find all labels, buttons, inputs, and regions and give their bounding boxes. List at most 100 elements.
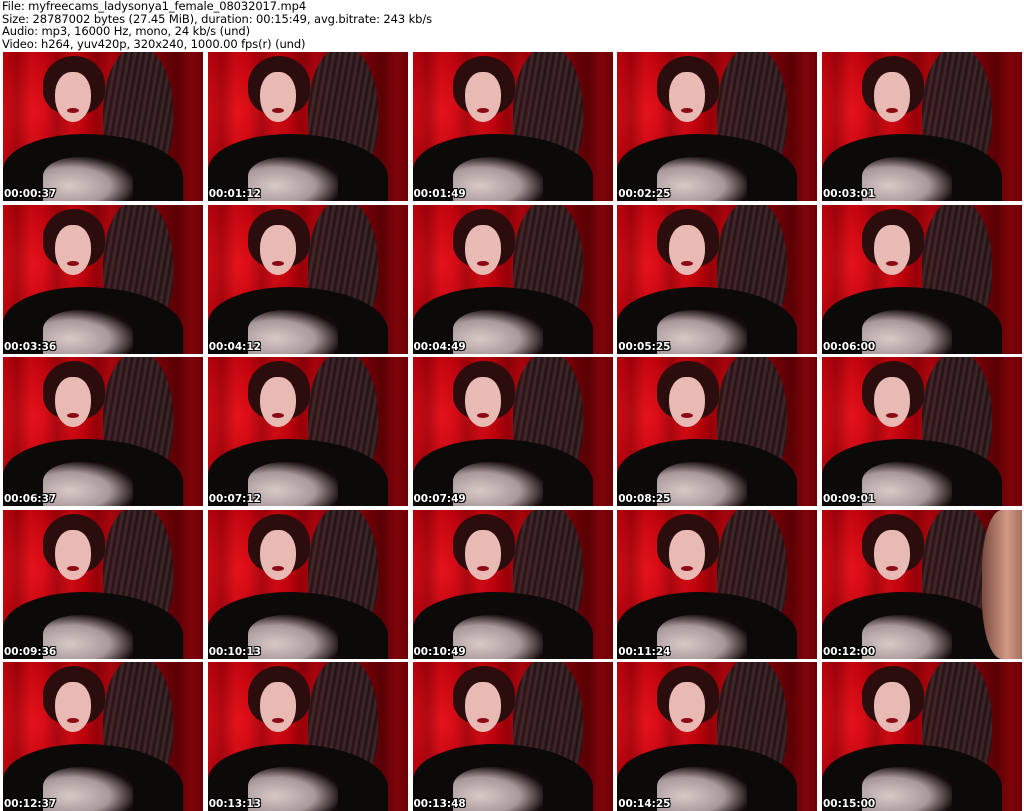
thumbnail-timestamp: 00:15:00 [823,798,876,810]
video-thumbnail: 00:08:25 [617,357,818,506]
thumbnail-lace-shape [43,614,133,659]
thumbnail-timestamp: 00:04:49 [413,340,466,353]
thumbnail-timestamp: 00:09:36 [4,645,57,658]
thumbnail-timestamp: 00:14:25 [618,798,671,810]
thumbnail-timestamp: 00:01:12 [208,188,261,200]
thumbnail-lace-shape [247,309,338,354]
thumbnail-lace-shape [657,157,748,201]
thumbnail-timestamp: 00:13:48 [413,798,466,810]
video-thumbnail: 00:15:00 [822,662,1022,811]
thumbnail-lace-shape [247,157,338,201]
thumbnail-timestamp: 00:08:25 [618,493,671,505]
audio-line: Audio: mp3, 16000 Hz, mono, 24 kb/s (und… [2,24,250,39]
thumbnail-lips-shape [67,260,79,266]
thumbnail-timestamp: 00:04:12 [208,340,261,353]
thumbnail-face-shape [874,529,910,580]
thumbnail-timestamp: 00:07:12 [208,493,261,505]
video-thumbnail: 00:07:12 [207,357,408,506]
thumbnail-timestamp: 00:12:00 [823,645,876,658]
video-thumbnail: 00:09:36 [3,509,203,659]
video-thumbnail: 00:12:37 [3,662,203,811]
video-thumbnail: 00:06:37 [3,357,203,506]
thumbnail-lips-shape [886,718,898,723]
thumbnail-lace-shape [247,614,338,659]
thumbnail-face-shape [669,72,706,122]
thumbnail-face-shape [55,224,91,275]
thumbnail-lips-shape [681,260,694,266]
video-thumbnail: 00:06:00 [822,204,1022,354]
thumbnail-face-shape [464,529,501,580]
thumbnail-lips-shape [67,413,79,418]
thumbnail-lips-shape [271,108,284,113]
thumbnail-face-shape [55,529,91,580]
thumbnail-lips-shape [67,108,79,113]
video-thumbnail: 00:13:13 [207,662,408,811]
thumbnail-timestamp: 00:06:37 [4,493,57,505]
thumbnail-face-shape [874,224,910,275]
video-thumbnail: 00:05:25 [617,204,818,354]
video-thumbnail: 00:14:25 [617,662,818,811]
thumbnail-lips-shape [67,565,79,571]
thumbnail-closeup-shape [982,509,1022,659]
thumbnail-lace-shape [43,462,133,506]
thumbnail-timestamp: 00:03:01 [823,188,876,200]
video-thumbnail: 00:10:49 [412,509,613,659]
thumbnail-lips-shape [271,565,284,571]
thumbnail-lips-shape [271,260,284,266]
thumbnail-face-shape [464,682,501,732]
thumbnail-timestamp: 00:13:13 [208,798,261,810]
thumbnail-face-shape [669,529,706,580]
thumbnail-lace-shape [657,309,748,354]
thumbnail-lace-shape [43,767,133,811]
thumbnail-face-shape [464,224,501,275]
thumbnail-timestamp: 00:06:00 [823,340,876,353]
thumbnail-timestamp: 00:10:13 [208,645,261,658]
thumbnail-face-shape [464,377,501,427]
thumbnail-lips-shape [67,718,79,723]
thumbnail-lace-shape [657,614,748,659]
thumbnail-face-shape [55,682,91,732]
video-thumbnail: 00:03:36 [3,204,203,354]
thumbnail-timestamp: 00:01:49 [413,188,466,200]
thumbnail-face-shape [874,72,910,122]
thumbnail-face-shape [55,377,91,427]
video-line: Video: h264, yuv420p, 320x240, 1000.00 f… [2,36,306,51]
thumbnail-lace-shape [862,309,952,354]
thumbnail-lace-shape [43,309,133,354]
thumbnail-face-shape [874,682,910,732]
thumbnail-lace-shape [452,157,543,201]
thumbnail-lace-shape [862,157,952,201]
thumbnail-lace-shape [452,309,543,354]
video-thumbnail: 00:01:12 [207,52,408,201]
thumbnail-lace-shape [657,462,748,506]
thumbnail-lips-shape [476,565,489,571]
thumbnail-face-shape [669,377,706,427]
thumbnail-lips-shape [476,260,489,266]
thumbnail-timestamp: 00:03:36 [4,340,57,353]
thumbnail-lips-shape [271,718,284,723]
video-thumbnail: 00:02:25 [617,52,818,201]
thumbnail-timestamp: 00:00:37 [4,188,57,200]
video-thumbnail: 00:00:37 [3,52,203,201]
video-thumbnail: 00:03:01 [822,52,1022,201]
thumbnail-lips-shape [476,413,489,418]
thumbnail-lips-shape [886,260,898,266]
thumbnail-lace-shape [452,462,543,506]
thumbnail-timestamp: 00:09:01 [823,493,876,505]
thumbnail-face-shape [259,224,296,275]
thumbnail-timestamp: 00:02:25 [618,188,671,200]
thumbnail-lips-shape [476,718,489,723]
thumbnail-lips-shape [476,108,489,113]
thumbnail-face-shape [669,224,706,275]
thumbnail-timestamp: 00:10:49 [413,645,466,658]
thumbnail-face-shape [55,72,91,122]
thumbnail-lace-shape [862,462,952,506]
thumbnail-face-shape [259,682,296,732]
thumbnail-lips-shape [271,413,284,418]
thumbnail-lips-shape [681,565,694,571]
video-thumbnail: 00:10:13 [207,509,408,659]
thumbnail-lace-shape [43,157,133,201]
file-info-header: File: myfreecams_ladysonya1_female_08032… [2,0,432,50]
video-thumbnail: 00:07:49 [412,357,613,506]
thumbnail-lace-shape [862,614,952,659]
